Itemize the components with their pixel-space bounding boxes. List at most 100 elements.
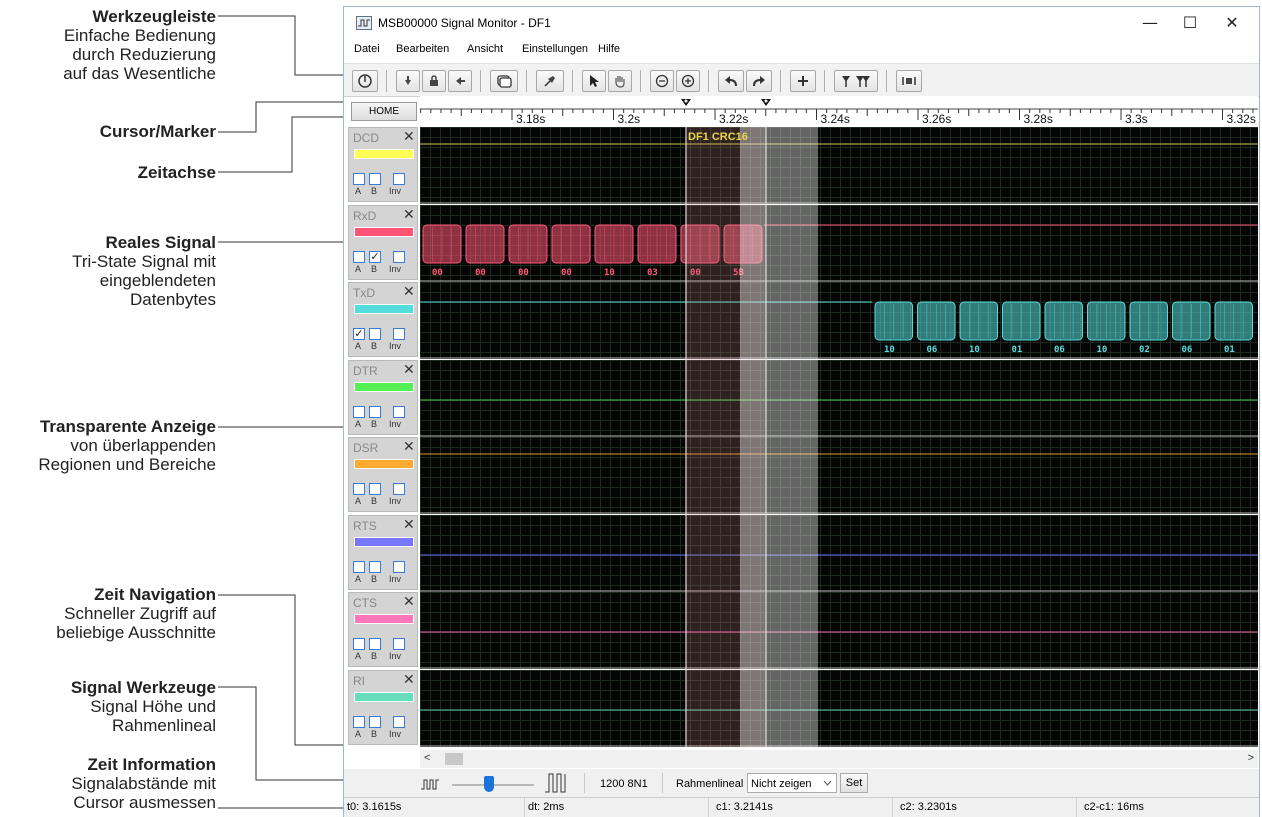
channel-color-swatch[interactable] [354, 691, 414, 702]
signal-trace [420, 399, 1258, 436]
checkbox-a[interactable] [353, 560, 365, 573]
channel-name: DTR [353, 363, 378, 378]
channel-row-rxd: RxD ✕ A ✓ B Inv 00 00 00 00 10 03 00 5B [348, 204, 1258, 282]
close-icon[interactable]: ✕ [403, 439, 415, 455]
scroll-left-arrow-icon[interactable]: < [424, 752, 430, 764]
scroll-right-arrow-icon[interactable]: > [1248, 752, 1254, 764]
signal-plot[interactable] [420, 437, 1258, 514]
cursor-marker-c1[interactable] [681, 99, 691, 106]
checkbox-a[interactable] [353, 250, 365, 263]
checkbox-a[interactable] [353, 715, 365, 728]
close-icon[interactable]: ✕ [403, 284, 415, 300]
time-ruler[interactable]: 3.18s 3.2s 3.22s 3.24s 3.26s 3.28s 3.3s 3.32s [420, 96, 1258, 126]
channel-name: RxD [353, 208, 377, 223]
toolbar-separator [824, 70, 825, 92]
window-icon[interactable] [490, 70, 518, 92]
checkbox-inv[interactable] [393, 715, 405, 728]
checkbox-inv[interactable] [393, 405, 405, 418]
checkbox-b[interactable] [369, 328, 381, 340]
checkbox-a[interactable] [353, 638, 365, 650]
checkbox-a[interactable] [353, 173, 365, 185]
channel-color-swatch[interactable] [354, 149, 414, 159]
signal-trace [420, 709, 1258, 746]
status-divider [1076, 798, 1077, 817]
toolbar-separator [386, 70, 387, 92]
frame-ruler-label: Rahmenlineal [676, 778, 744, 790]
frame-icon[interactable] [896, 70, 922, 92]
lock-icon[interactable] [422, 70, 446, 92]
channel-color-swatch[interactable] [354, 459, 414, 469]
channel-color-swatch[interactable] [354, 381, 414, 392]
signal-plot[interactable] [420, 127, 1258, 204]
signal-plot[interactable] [420, 359, 1258, 437]
cursor-marker-c2[interactable] [761, 99, 771, 106]
channel-panel: DTR ✕ A B Inv [348, 359, 418, 435]
redo-icon[interactable] [746, 70, 772, 92]
checkbox-inv[interactable] [393, 328, 405, 340]
pointer-icon[interactable] [582, 70, 606, 92]
maximize-button[interactable]: ☐ [1170, 11, 1210, 35]
hand-icon[interactable] [608, 70, 632, 92]
checkbox-b[interactable] [369, 638, 381, 650]
annotation-title: Zeitachse [137, 163, 216, 182]
checkbox-b-label: B [371, 573, 378, 584]
annotation-line: Datenbytes [130, 290, 216, 309]
menu-einstellungen[interactable]: Einstellungen [522, 43, 588, 55]
power-icon[interactable] [352, 70, 378, 92]
close-icon[interactable]: ✕ [403, 362, 415, 378]
arrow-left-icon[interactable] [448, 70, 472, 92]
close-icon[interactable]: ✕ [403, 594, 415, 610]
signal-plot[interactable]: 10 06 10 01 06 10 02 06 01 [420, 282, 1258, 359]
data-byte-label: 5B [733, 268, 744, 278]
close-icon[interactable]: ✕ [403, 517, 415, 533]
scroll-thumb[interactable] [445, 753, 463, 765]
set-button[interactable]: Set [840, 773, 868, 793]
close-icon[interactable]: ✕ [403, 207, 415, 223]
plus-icon[interactable] [790, 70, 816, 92]
annotation-line: beliebige Ausschnitte [56, 623, 216, 642]
channel-color-swatch[interactable] [354, 536, 414, 547]
checkbox-b[interactable] [369, 173, 381, 185]
checkbox-b[interactable] [369, 560, 381, 573]
cursor-marker-dot [684, 99, 688, 103]
checkbox-inv[interactable] [393, 560, 405, 573]
zoom-out-icon[interactable] [650, 70, 674, 92]
height-slider-thumb[interactable] [483, 776, 494, 792]
signal-plot[interactable] [420, 514, 1258, 592]
signal-plot[interactable]: 00 00 00 00 10 03 00 5B [420, 204, 1258, 282]
pin-icon[interactable] [536, 70, 564, 92]
checkbox-b[interactable] [369, 715, 381, 728]
close-button[interactable]: ✕ [1212, 11, 1252, 35]
checkbox-inv[interactable] [393, 638, 405, 650]
checkbox-inv[interactable] [393, 250, 405, 263]
checkbox-inv[interactable] [393, 483, 405, 495]
arrow-down-icon[interactable] [396, 70, 420, 92]
menu-ansicht[interactable]: Ansicht [467, 43, 503, 55]
close-icon[interactable]: ✕ [403, 672, 415, 688]
checkbox-inv[interactable] [393, 173, 405, 185]
annotation-title: Zeit Information [87, 755, 216, 774]
channel-color-swatch[interactable] [354, 614, 414, 624]
menu-datei[interactable]: Datei [354, 43, 380, 55]
checkbox-b[interactable] [369, 405, 381, 418]
channel-color-swatch[interactable] [354, 304, 414, 314]
menu-hilfe[interactable]: Hilfe [598, 43, 620, 55]
signal-plot[interactable] [420, 592, 1258, 669]
channel-color-swatch[interactable] [354, 226, 414, 237]
checkbox-a[interactable] [353, 405, 365, 418]
checkbox-b[interactable]: ✓ [369, 250, 381, 263]
frame-ruler-select[interactable]: Nicht zeigen [747, 773, 837, 793]
minimize-button[interactable]: — [1130, 11, 1170, 35]
channel-row-dsr: DSR ✕ A B Inv [348, 437, 1258, 514]
checkbox-a[interactable] [353, 483, 365, 495]
menu-bearbeiten[interactable]: Bearbeiten [396, 43, 449, 55]
close-icon[interactable]: ✕ [403, 129, 415, 145]
checkbox-a[interactable]: ✓ [353, 328, 365, 340]
undo-icon[interactable] [718, 70, 744, 92]
zoom-in-icon[interactable] [676, 70, 700, 92]
signal-plot[interactable] [420, 669, 1258, 747]
marker-icon[interactable] [834, 70, 878, 92]
time-navigation-scrollbar[interactable]: < > [420, 750, 1258, 768]
checkbox-b[interactable] [369, 483, 381, 495]
home-button[interactable]: HOME [351, 102, 417, 121]
